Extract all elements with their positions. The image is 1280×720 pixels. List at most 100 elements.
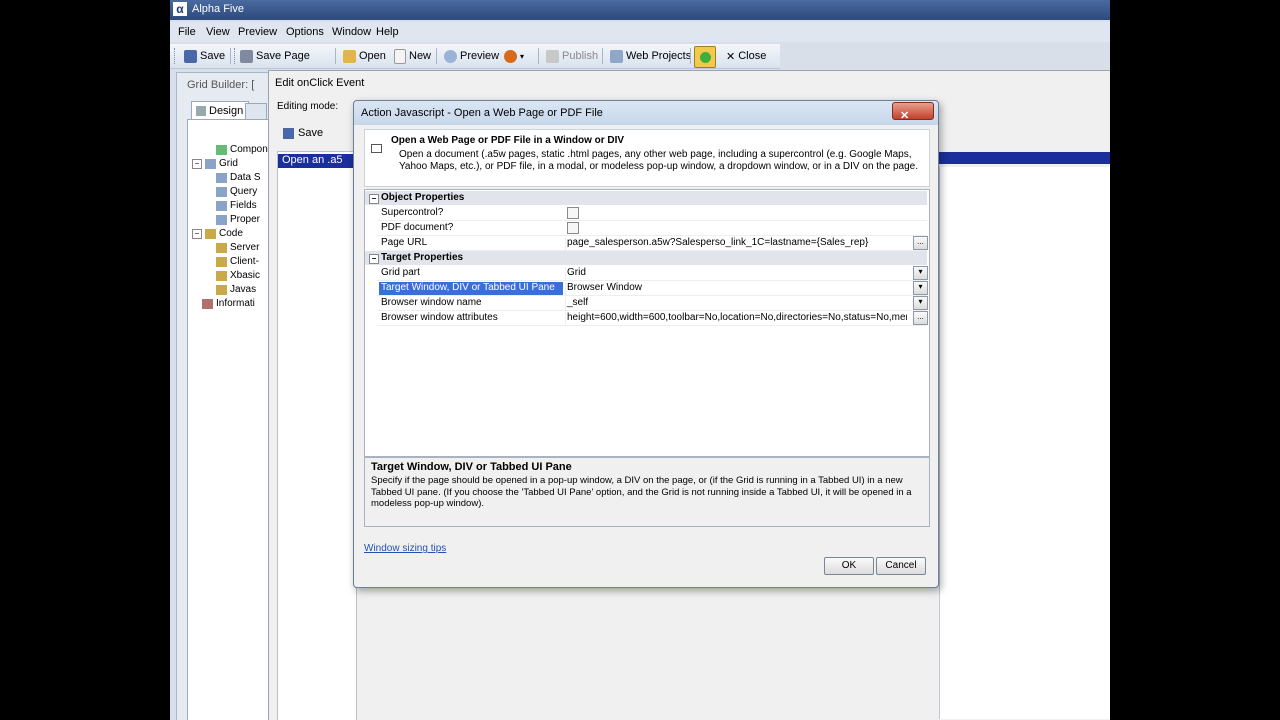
tree-item[interactable]: Javas <box>216 284 256 295</box>
target-window-value[interactable]: Browser Window <box>565 282 907 295</box>
save-page-button[interactable]: Save Page <box>240 48 310 64</box>
code-icon <box>205 228 216 239</box>
property-name[interactable]: Browser window name <box>379 297 563 310</box>
alpha-logo-icon: α <box>173 2 187 16</box>
tree-item[interactable]: Server <box>216 242 259 253</box>
property-name[interactable]: Supercontrol? <box>379 207 563 220</box>
grid-icon <box>216 214 227 225</box>
browser-window-attributes-value[interactable]: height=600,width=600,toolbar=No,location… <box>565 312 907 325</box>
chevron-down-icon[interactable]: ▾ <box>913 281 928 295</box>
menu-help[interactable]: Help <box>376 26 399 38</box>
tab-secondary[interactable] <box>245 103 267 120</box>
edit-onclick-caption: Edit onClick Event <box>275 77 365 89</box>
information-icon <box>202 298 213 309</box>
action-dialog: Action Javascript - Open a Web Page or P… <box>353 100 939 588</box>
tree-item[interactable]: Xbasic <box>216 270 260 281</box>
action-list-item[interactable]: Open an .a5 <box>278 154 356 168</box>
code-icon <box>216 242 227 253</box>
close-button[interactable]: ✕ Close <box>726 48 766 64</box>
open-button[interactable]: Open <box>343 48 386 64</box>
property-row-browser-window-name: Browser window name _self ▾ <box>377 296 928 311</box>
tools-icon <box>196 106 206 116</box>
edit-save-button[interactable]: Save <box>283 127 323 139</box>
tree-item[interactable]: Fields <box>216 200 257 211</box>
property-name[interactable]: Page URL <box>379 237 563 250</box>
toolbar-separator <box>230 48 231 64</box>
window-sizing-tips-link[interactable]: Window sizing tips <box>364 543 446 554</box>
code-icon <box>216 284 227 295</box>
tree-item[interactable]: − Code <box>192 228 243 239</box>
menu-view[interactable]: View <box>206 26 230 38</box>
grid-icon <box>216 172 227 183</box>
tree-item[interactable]: Client- <box>216 256 259 267</box>
toolbar-grip[interactable] <box>234 48 237 64</box>
menu-preview[interactable]: Preview <box>238 26 277 38</box>
preview-button[interactable]: Preview <box>444 48 499 64</box>
tree-item[interactable]: Data S <box>216 172 261 183</box>
firefox-icon <box>504 49 517 63</box>
new-button[interactable]: New <box>394 48 431 64</box>
property-row-page-url: Page URL page_salesperson.a5w?Salesperso… <box>377 236 928 251</box>
tab-design[interactable]: Design <box>191 101 249 120</box>
menu-file[interactable]: File <box>178 26 196 38</box>
property-row-pdf-document: PDF document? <box>377 221 927 236</box>
attributes-ellipsis-button[interactable]: ... <box>913 311 928 325</box>
page-url-value[interactable]: page_salesperson.a5w?Salesperso_link_1C=… <box>565 237 907 250</box>
component-icon <box>216 144 227 155</box>
menu-window[interactable]: Window <box>332 26 371 38</box>
property-row-browser-window-attributes: Browser window attributes height=600,wid… <box>377 311 928 326</box>
toolbar-separator <box>602 48 603 64</box>
collapse-icon: − <box>369 194 379 204</box>
edit-panel-right <box>939 167 1110 719</box>
folder-icon <box>343 49 356 63</box>
collapse-icon: − <box>192 158 202 169</box>
menu-bar: File View Preview Options Window Help <box>170 22 1110 42</box>
pdf-document-checkbox[interactable] <box>567 222 579 234</box>
live-preview-button[interactable] <box>694 46 716 68</box>
grid-part-value[interactable]: Grid <box>565 267 907 280</box>
green-light-icon <box>699 51 711 63</box>
property-name-selected[interactable]: Target Window, DIV or Tabbed UI Pane <box>379 282 563 295</box>
dialog-body: Open a Web Page or PDF File in a Window … <box>360 125 932 581</box>
action-list: Open an .a5 <box>277 151 357 720</box>
collapse-icon: − <box>369 254 379 264</box>
page-url-ellipsis-button[interactable]: ... <box>913 236 928 250</box>
property-row-supercontrol: Supercontrol? <box>377 206 927 221</box>
help-title: Target Window, DIV or Tabbed UI Pane <box>371 461 572 473</box>
property-name[interactable]: Browser window attributes <box>379 312 563 325</box>
chevron-down-icon[interactable]: ▾ <box>913 266 928 280</box>
dialog-close-button[interactable]: ✕ <box>892 102 934 122</box>
publish-button[interactable]: Publish <box>546 48 598 64</box>
floppy-icon <box>283 127 294 139</box>
category-object-properties[interactable]: − Object Properties <box>365 191 927 205</box>
ok-button[interactable]: OK <box>824 557 874 575</box>
new-document-icon <box>394 48 406 64</box>
help-text: Specify if the page should be opened in … <box>371 475 912 509</box>
menu-options[interactable]: Options <box>286 26 324 38</box>
tree-item[interactable]: Query <box>216 186 257 197</box>
grid-icon <box>216 200 227 211</box>
firefox-preview-button[interactable]: ▾ <box>504 48 524 64</box>
save-page-icon <box>240 49 253 63</box>
tree-item[interactable]: − Grid <box>192 158 238 169</box>
category-target-properties[interactable]: − Target Properties <box>365 251 927 265</box>
chevron-down-icon: ▾ <box>520 51 525 61</box>
cancel-button[interactable]: Cancel <box>876 557 926 575</box>
tree-item[interactable]: Informati <box>202 298 255 309</box>
chevron-down-icon[interactable]: ▾ <box>913 296 928 310</box>
action-description: Open a document (.a5w pages, static .htm… <box>399 149 918 172</box>
web-projects-icon <box>610 49 623 63</box>
supercontrol-checkbox[interactable] <box>567 207 579 219</box>
close-icon: ✕ <box>900 110 910 122</box>
save-button[interactable]: Save <box>184 48 225 64</box>
dialog-title: Action Javascript - Open a Web Page or P… <box>361 107 603 119</box>
property-name[interactable]: Grid part <box>379 267 563 280</box>
tree-item[interactable]: Proper <box>216 214 260 225</box>
property-name[interactable]: PDF document? <box>379 222 563 235</box>
toolbar-separator <box>538 48 539 64</box>
browser-window-name-value[interactable]: _self <box>565 297 907 310</box>
publish-icon <box>546 49 559 63</box>
toolbar-grip[interactable] <box>174 48 177 64</box>
web-projects-button[interactable]: Web Projects <box>610 48 691 64</box>
action-title: Open a Web Page or PDF File in a Window … <box>391 135 625 146</box>
